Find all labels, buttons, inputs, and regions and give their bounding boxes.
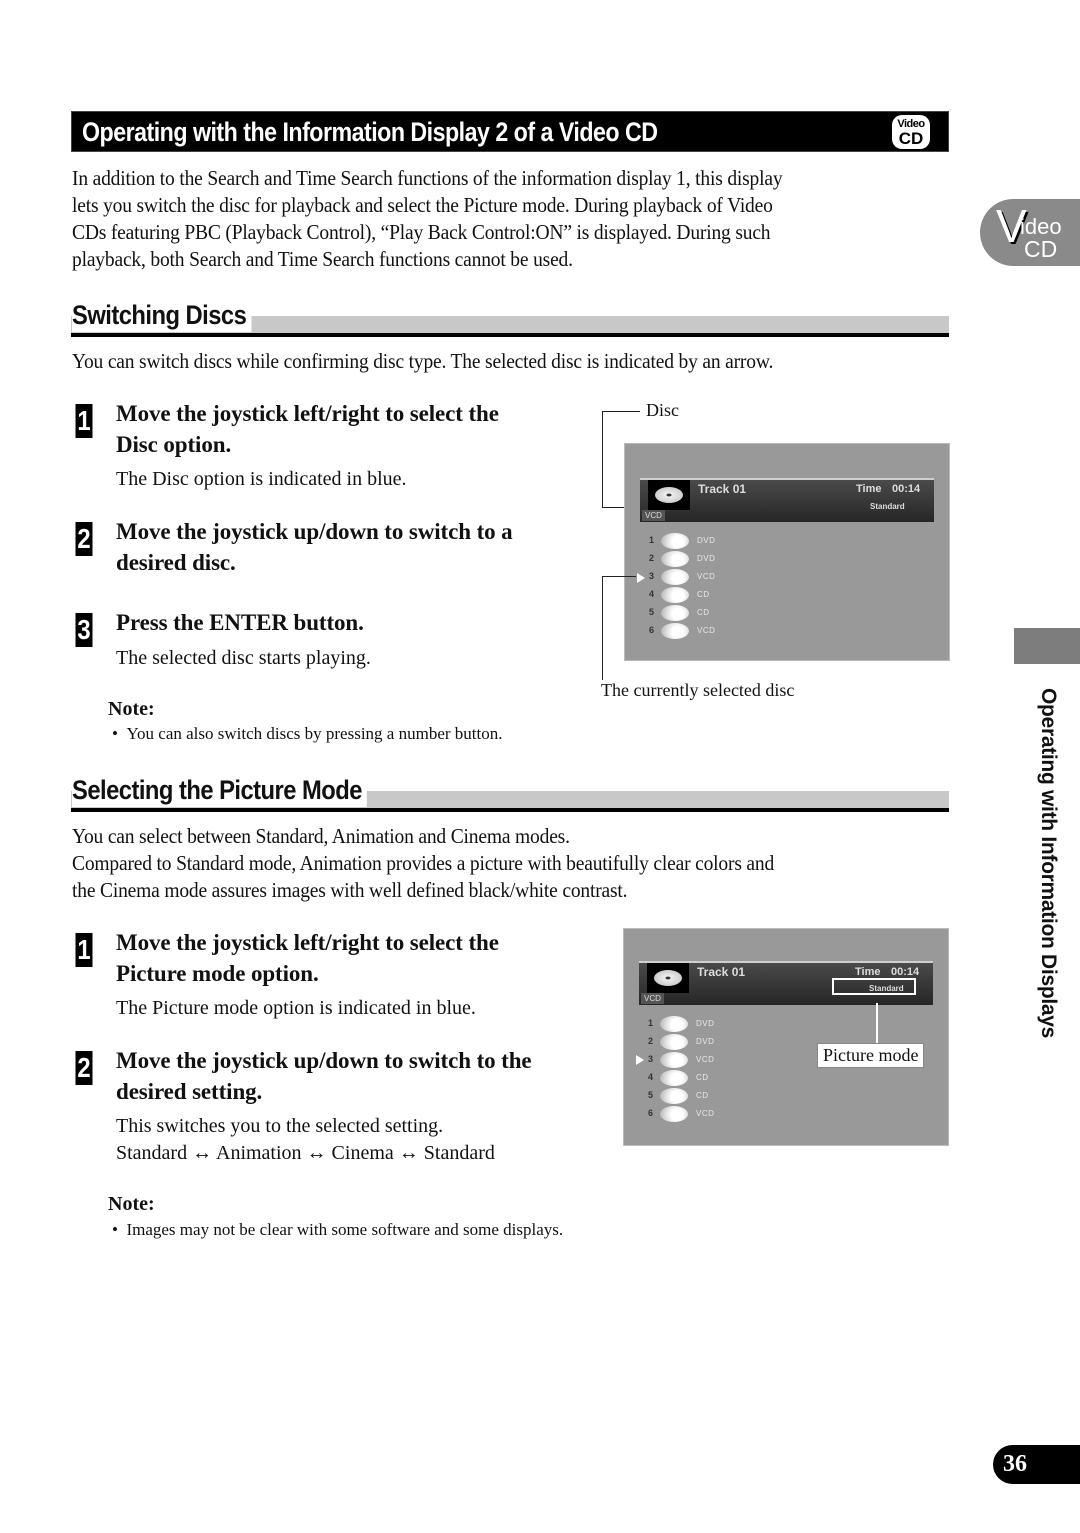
step-description: The Disc option is indicated in blue. <box>116 468 407 490</box>
note-item: • Images may not be clear with some soft… <box>112 1220 564 1239</box>
step-description: The Picture mode option is indicated in … <box>116 997 476 1019</box>
step-number-1: 1 <box>75 404 93 438</box>
page-number-badge: 36 <box>993 1445 1080 1484</box>
bidirectional-arrow-icon: ↔ <box>306 1142 327 1164</box>
step-number-2: 2 <box>75 522 93 556</box>
page-number: 36 <box>1003 1451 1027 1477</box>
page-title: Operating with the Information Display 2… <box>82 117 658 147</box>
step-title: Move the joystick up/down to switch to a… <box>116 519 513 575</box>
page-title-bar: Operating with the Information Display 2… <box>71 111 949 152</box>
step-title: Move the joystick up/down to switch to t… <box>116 1048 532 1104</box>
mode-cycle: Standard ↔ Animation ↔ Cinema ↔ Standard <box>116 1142 495 1164</box>
callout-label-current-disc: The currently selected disc <box>601 680 795 700</box>
picture-mode-screen-mockup: VCD Track 01 Time 00:14 Standard 1 DVD 2D… <box>623 928 949 1146</box>
picture-mode-highlight <box>832 978 916 995</box>
disc-screen-mockup: VCD Track 01 Time 00:14 Standard 1 DVD 2D… <box>624 443 950 661</box>
bidirectional-arrow-icon: ↔ <box>192 1142 213 1164</box>
step-description: This switches you to the selected settin… <box>116 1115 444 1137</box>
step-title: Move the joystick left/right to select t… <box>116 930 499 986</box>
selected-disc-arrow-icon <box>636 1055 644 1065</box>
step-number-2: 2 <box>75 1051 93 1085</box>
picture-mode-description: You can select between Standard, Animati… <box>72 824 775 902</box>
osd-header-bar: VCD Track 01 Time 00:14 Standard <box>640 478 934 522</box>
bidirectional-arrow-icon: ↔ <box>398 1142 419 1164</box>
intro-paragraph: In addition to the Search and Time Searc… <box>72 166 783 271</box>
selected-disc-arrow-icon <box>637 573 645 583</box>
switching-description: You can switch discs while confirming di… <box>72 349 774 373</box>
step-number-3: 3 <box>75 613 93 647</box>
section-tab-marker <box>1014 628 1080 664</box>
step-title: Move the joystick left/right to select t… <box>116 401 499 457</box>
disc-icon <box>655 487 683 503</box>
note-label: Note: <box>108 698 155 720</box>
note-label: Note: <box>108 1193 155 1215</box>
callout-label-picture-mode: Picture mode <box>817 1043 925 1068</box>
step-number-1: 1 <box>75 933 93 967</box>
section-heading-picture-mode: Selecting the Picture Mode <box>71 773 949 813</box>
chapter-side-label: Operating with Information Displays <box>1037 688 1060 1039</box>
disc-icon <box>654 970 682 986</box>
callout-label-disc: Disc <box>646 400 679 420</box>
step-description: The selected disc starts playing. <box>116 647 371 669</box>
note-item: • You can also switch discs by pressing … <box>112 724 503 743</box>
section-heading-switching-discs: Switching Discs <box>71 298 949 338</box>
video-cd-logo-icon: Video CD <box>892 115 930 149</box>
osd-header-bar: VCD Track 01 Time 00:14 Standard <box>639 961 933 1005</box>
step-title: Press the ENTER button. <box>116 610 364 635</box>
video-cd-side-tab: V ideo CD <box>980 199 1080 266</box>
